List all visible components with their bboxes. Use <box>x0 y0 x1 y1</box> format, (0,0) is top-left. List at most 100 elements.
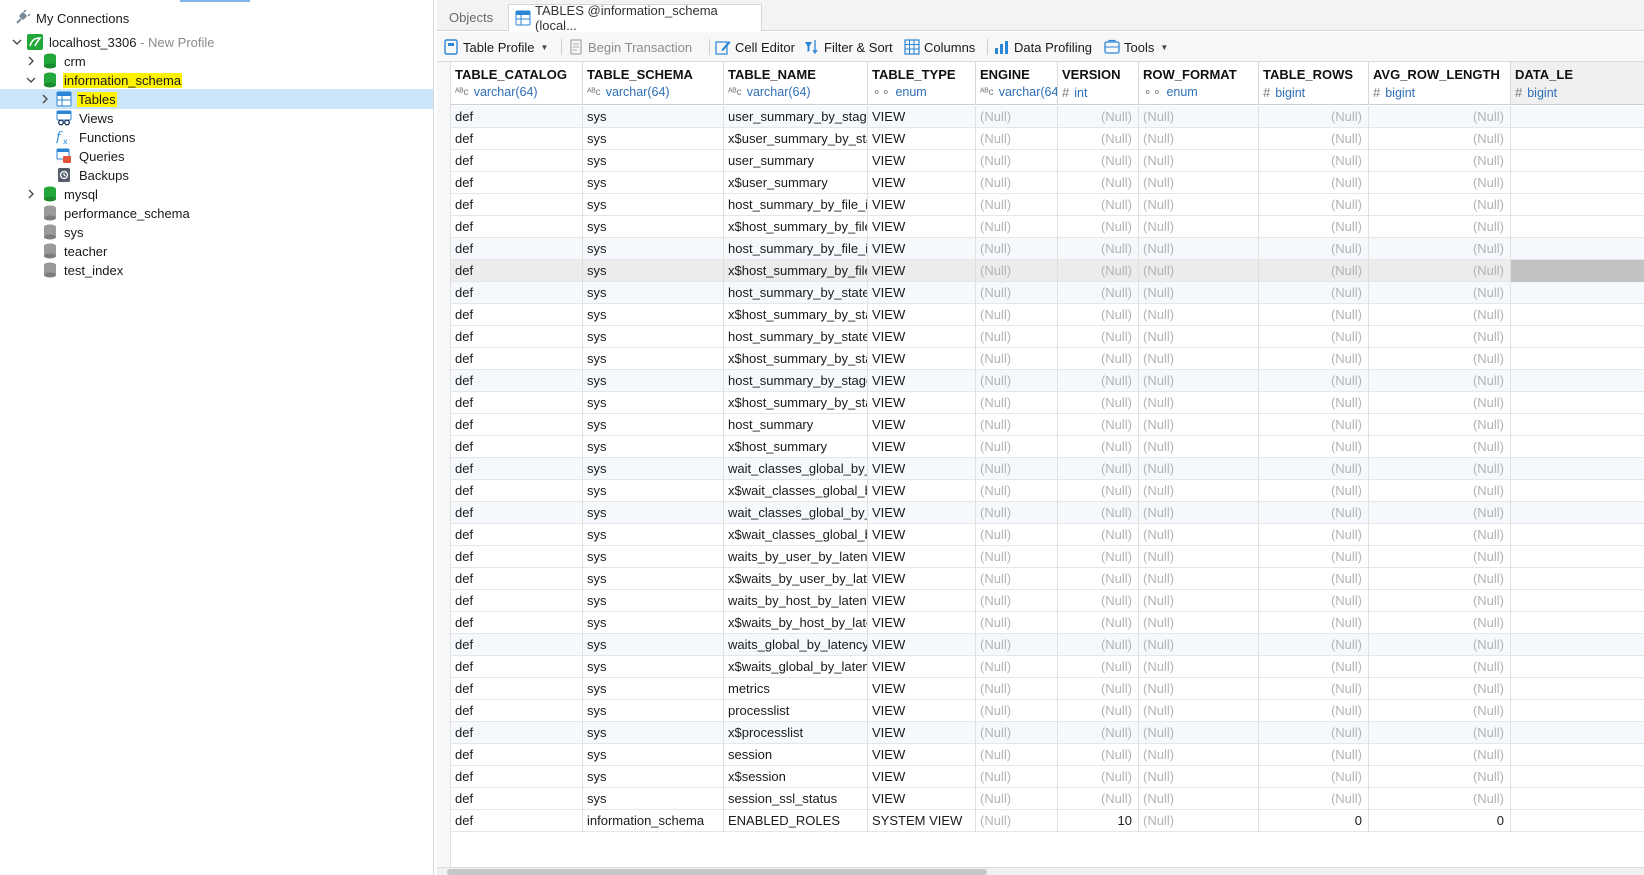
tab-objects[interactable]: Objects <box>441 4 501 31</box>
table-cell[interactable]: sys <box>583 106 724 128</box>
table-cell[interactable]: (Null) <box>1058 282 1139 304</box>
table-cell[interactable]: (Null) <box>1369 700 1511 722</box>
table-cell[interactable]: def <box>451 678 583 700</box>
chevron-down-icon[interactable] <box>11 36 23 48</box>
table-cell[interactable]: (Null) <box>1369 216 1511 238</box>
table-cell[interactable]: (Null) <box>1259 326 1369 348</box>
table-cell[interactable]: 10 <box>1058 810 1139 832</box>
table-cell[interactable]: VIEW <box>868 282 976 304</box>
table-cell[interactable]: sys <box>583 414 724 436</box>
table-cell[interactable]: sys <box>583 326 724 348</box>
database-item-test-index[interactable]: test_index <box>0 260 433 280</box>
table-cell[interactable]: def <box>451 106 583 128</box>
table-cell[interactable]: def <box>451 326 583 348</box>
table-cell[interactable]: (Null) <box>1369 348 1511 370</box>
table-cell[interactable]: sys <box>583 436 724 458</box>
table-row[interactable]: def information_schema ENABLED_ROLES SYSTEM… <box>451 810 1644 832</box>
table-cell[interactable]: VIEW <box>868 172 976 194</box>
table-cell[interactable]: VIEW <box>868 722 976 744</box>
table-cell[interactable]: sys <box>583 348 724 370</box>
table-cell[interactable]: def <box>451 260 583 282</box>
table-cell[interactable]: def <box>451 480 583 502</box>
table-cell[interactable]: sys <box>583 766 724 788</box>
column-header-table-rows[interactable]: TABLE_ROWS # bigint <box>1259 62 1369 105</box>
table-cell[interactable]: sys <box>583 700 724 722</box>
table-cell[interactable]: (Null) <box>976 238 1058 260</box>
table-cell[interactable]: (Null) <box>976 480 1058 502</box>
table-cell[interactable]: (Null) <box>976 590 1058 612</box>
table-cell[interactable]: VIEW <box>868 744 976 766</box>
table-cell[interactable]: (Null) <box>976 612 1058 634</box>
table-cell[interactable]: (Null) <box>976 172 1058 194</box>
table-cell[interactable]: def <box>451 128 583 150</box>
tree-item-views[interactable]: Views <box>0 108 433 128</box>
table-cell[interactable]: (Null) <box>1259 744 1369 766</box>
table-row[interactable]: def sys x$wait_classes_global_by VIEW (Null)… <box>451 480 1644 502</box>
table-cell[interactable]: (Null) <box>976 722 1058 744</box>
table-cell[interactable]: VIEW <box>868 634 976 656</box>
table-cell[interactable]: x$host_summary <box>724 436 868 458</box>
table-cell[interactable]: (Null) <box>1139 480 1259 502</box>
table-cell[interactable]: (Null) <box>1259 128 1369 150</box>
table-cell[interactable]: host_summary_by_stage <box>724 370 868 392</box>
table-cell[interactable]: (Null) <box>1259 282 1369 304</box>
table-cell[interactable] <box>1511 546 1644 568</box>
table-cell[interactable]: (Null) <box>1259 150 1369 172</box>
table-cell[interactable] <box>1511 282 1644 304</box>
table-row[interactable]: def sys processlist VIEW (Null) (Null) (Null)(… <box>451 700 1644 722</box>
tree-item-tables[interactable]: Tables <box>0 89 433 109</box>
data-grid[interactable]: TABLE_CATALOG ᴬᴮc varchar(64) TABLE_SCHEMA ᴬ… <box>437 62 1644 867</box>
table-cell[interactable]: (Null) <box>1058 150 1139 172</box>
table-row[interactable]: def sys x$session VIEW (Null) (Null) (Null) (Nu… <box>451 766 1644 788</box>
table-cell[interactable]: (Null) <box>1259 634 1369 656</box>
table-cell[interactable]: (Null) <box>1139 216 1259 238</box>
table-cell[interactable]: (Null) <box>1369 546 1511 568</box>
table-cell[interactable]: def <box>451 700 583 722</box>
table-cell[interactable] <box>1511 524 1644 546</box>
table-row[interactable]: def sys x$host_summary_by_stag VIEW (Null) (N… <box>451 392 1644 414</box>
table-cell[interactable]: VIEW <box>868 194 976 216</box>
table-cell[interactable]: (Null) <box>1259 722 1369 744</box>
table-cell[interactable]: (Null) <box>976 568 1058 590</box>
table-cell[interactable]: sys <box>583 744 724 766</box>
table-cell[interactable]: 0 <box>1259 810 1369 832</box>
table-cell[interactable] <box>1511 744 1644 766</box>
table-row[interactable]: def sys x$host_summary_by_stat VIEW (Null) (N… <box>451 304 1644 326</box>
table-cell[interactable]: sys <box>583 216 724 238</box>
table-row[interactable]: def sys x$host_summary_by_file_ VIEW (Null)(… <box>451 260 1644 282</box>
table-cell[interactable]: (Null) <box>1369 788 1511 810</box>
table-cell[interactable]: def <box>451 436 583 458</box>
table-cell[interactable]: (Null) <box>976 348 1058 370</box>
table-cell[interactable]: session_ssl_status <box>724 788 868 810</box>
table-cell[interactable]: (Null) <box>1259 304 1369 326</box>
table-cell[interactable]: VIEW <box>868 458 976 480</box>
table-cell[interactable]: (Null) <box>1369 392 1511 414</box>
table-cell[interactable]: (Null) <box>1058 480 1139 502</box>
table-cell[interactable]: VIEW <box>868 260 976 282</box>
table-cell[interactable]: VIEW <box>868 392 976 414</box>
table-cell[interactable]: sys <box>583 634 724 656</box>
table-cell[interactable]: (Null) <box>976 260 1058 282</box>
table-cell[interactable]: user_summary_by_stage <box>724 106 868 128</box>
table-cell[interactable]: (Null) <box>1139 172 1259 194</box>
table-row[interactable]: def sys wait_classes_global_by_a VIEW (Null)… <box>451 458 1644 480</box>
table-cell[interactable]: (Null) <box>1058 634 1139 656</box>
table-row[interactable]: def sys metrics VIEW (Null) (Null) (Null) (Null… <box>451 678 1644 700</box>
table-cell[interactable]: (Null) <box>1369 568 1511 590</box>
table-cell[interactable]: (Null) <box>1139 722 1259 744</box>
table-cell[interactable]: x$waits_global_by_latenc <box>724 656 868 678</box>
table-cell[interactable]: (Null) <box>1369 678 1511 700</box>
table-cell[interactable]: (Null) <box>976 458 1058 480</box>
table-cell[interactable] <box>1511 656 1644 678</box>
table-cell[interactable]: (Null) <box>1058 568 1139 590</box>
table-cell[interactable]: (Null) <box>1058 546 1139 568</box>
table-cell[interactable]: (Null) <box>1259 700 1369 722</box>
table-cell[interactable]: sys <box>583 304 724 326</box>
table-cell[interactable]: (Null) <box>1058 656 1139 678</box>
table-row[interactable]: def sys x$waits_global_by_latenc VIEW (Null)… <box>451 656 1644 678</box>
table-cell[interactable]: def <box>451 304 583 326</box>
table-cell[interactable]: sys <box>583 568 724 590</box>
tree-item-backups[interactable]: Backups <box>0 165 433 185</box>
table-cell[interactable]: sys <box>583 722 724 744</box>
table-cell[interactable]: sys <box>583 546 724 568</box>
